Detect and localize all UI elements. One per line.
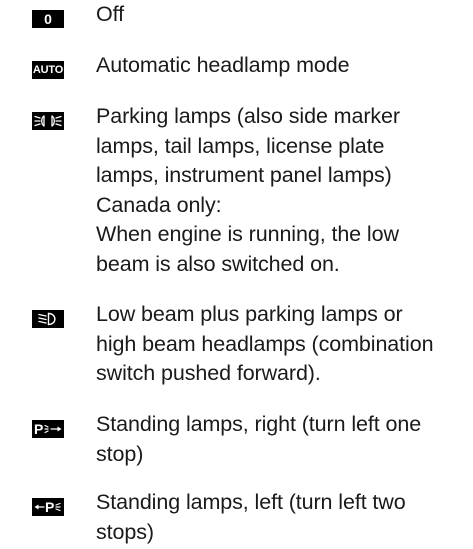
description-line: Low beam plus parking lamps or [96, 302, 403, 326]
auto-symbol-text: AUTO [32, 63, 64, 76]
low-beam-symbol-icon [32, 310, 64, 328]
standing-lamps-right-glyph: P [34, 421, 62, 437]
off-symbol-text: 0 [44, 11, 52, 27]
description-line: lamps, tail lamps, license plate [96, 133, 385, 158]
description-line: Standing lamps, left (turn left two [96, 490, 406, 514]
auto-symbol-icon: AUTO [32, 61, 64, 79]
description-line: Canada only: [96, 192, 222, 217]
legend-description: Standing lamps, right (turn left one sto… [96, 410, 468, 469]
description-line: switch pushed forward). [96, 361, 321, 385]
legend-description: Standing lamps, left (turn left two stop… [96, 488, 468, 547]
description-line: Standing lamps, right (turn left one [96, 412, 422, 436]
standing-lamps-right-symbol-icon: P [32, 420, 64, 438]
off-symbol-icon: 0 [32, 10, 64, 28]
standing-lamp-p-letter: P [45, 499, 54, 515]
standing-lamps-left-symbol-icon: P [32, 498, 64, 516]
description-line: Off [96, 2, 124, 26]
description-line: stop) [96, 441, 144, 466]
description-line: beam is also switched on. [96, 251, 340, 276]
description-line: Parking lamps (also side marker [96, 104, 400, 128]
legend-description: Low beam plus parking lamps or high beam… [96, 300, 468, 389]
legend-description: Automatic headlamp mode [96, 51, 468, 81]
description-line: high beam headlamps (combination [96, 331, 434, 356]
standing-lamps-left-glyph: P [34, 499, 61, 515]
description-line: Automatic headlamp mode [96, 53, 350, 77]
description-line: lamps, instrument panel lamps) [96, 163, 392, 187]
low-beam-glyph [38, 312, 56, 326]
legend-description: Parking lamps (also side marker lamps, t… [96, 102, 468, 279]
parking-lamps-symbol-icon [32, 112, 64, 130]
description-line: When engine is running, the low [96, 222, 399, 246]
standing-lamp-p-letter: P [34, 421, 43, 437]
parking-lamps-glyph [34, 115, 62, 127]
description-line: stops) [96, 519, 154, 544]
legend-description: Off [96, 0, 468, 30]
